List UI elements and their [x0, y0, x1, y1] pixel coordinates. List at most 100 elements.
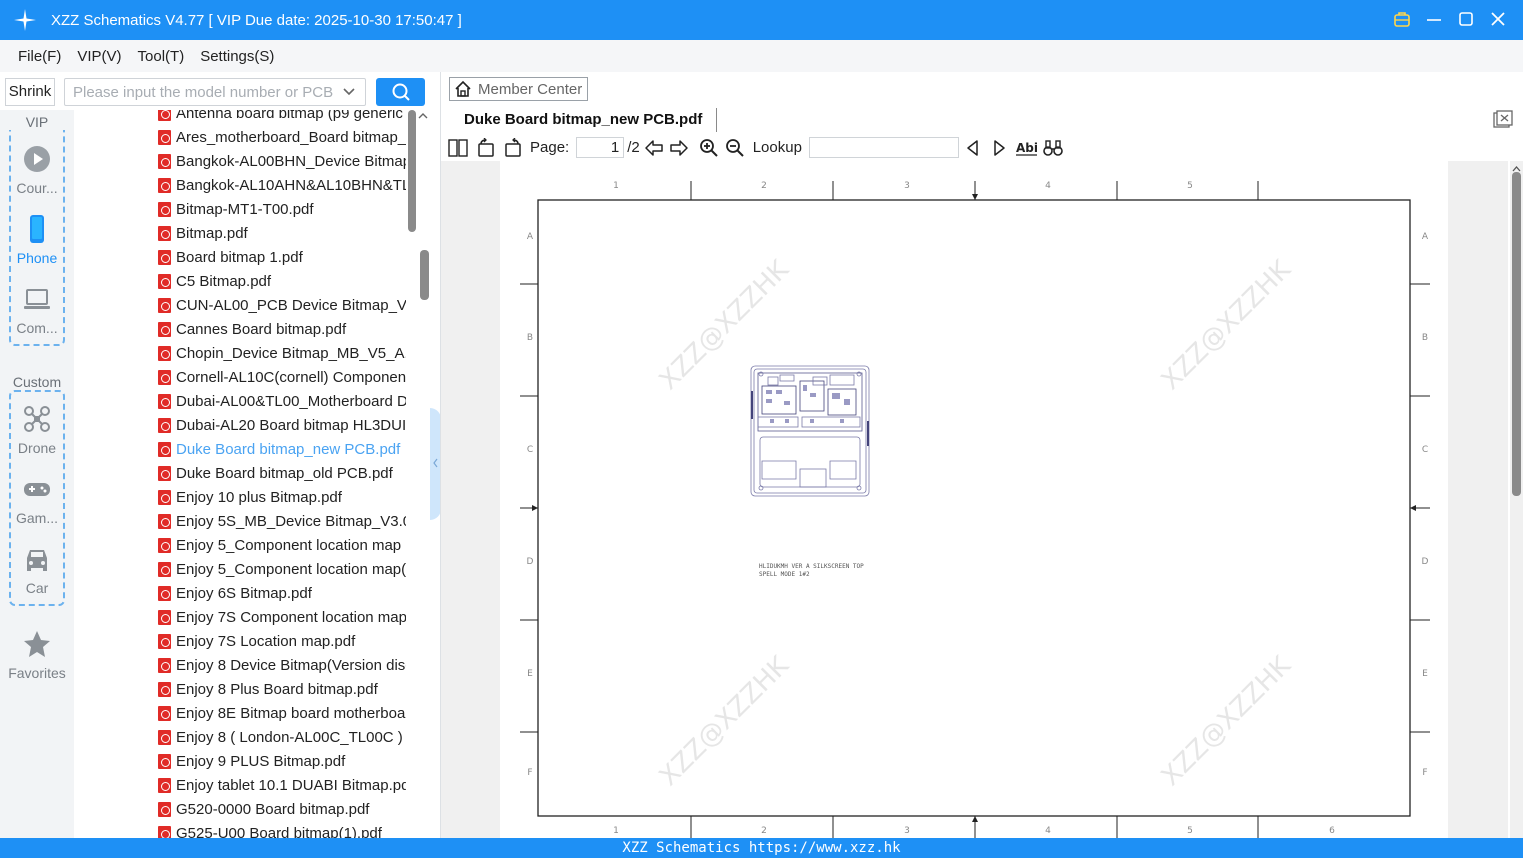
file-list-item[interactable]: Duke Board bitmap_new PCB.pdf [158, 437, 406, 461]
file-list-item[interactable]: Enjoy 8E Bitmap board motherboa [158, 701, 406, 725]
search-input[interactable] [65, 79, 333, 105]
file-list-item[interactable]: Enjoy 7S Location map.pdf [158, 629, 406, 653]
category-favorites[interactable]: Favorites [0, 629, 74, 681]
close-icon[interactable] [1487, 8, 1509, 30]
file-list-item[interactable]: Chopin_Device Bitmap_MB_V5_A.p [158, 341, 406, 365]
row-label: E [527, 669, 533, 679]
file-list-item[interactable]: Enjoy 5_Component location map [158, 533, 406, 557]
file-list-item[interactable]: Ares_motherboard_Board bitmap_I [158, 125, 406, 149]
next-page-icon[interactable] [669, 138, 689, 158]
file-list-item[interactable]: Cornell-AL10C(cornell) Componen [158, 365, 406, 389]
close-document-icon[interactable] [1493, 110, 1513, 128]
prev-page-icon[interactable] [644, 138, 664, 158]
file-name: Bitmap-MT1-T00.pdf [176, 200, 314, 218]
panel-scrollbar[interactable] [420, 250, 429, 300]
whole-word-icon[interactable] [1043, 138, 1063, 158]
pdf-file-icon [158, 369, 171, 385]
scroll-up-icon[interactable] [417, 110, 429, 122]
zoom-in-icon[interactable] [699, 138, 719, 158]
file-name: Enjoy tablet 10.1 DUABI Bitmap.pd [176, 776, 406, 794]
file-list-item[interactable]: Enjoy 10 plus Bitmap.pdf [158, 485, 406, 509]
document-viewer[interactable]: 1 2 3 4 5 1 2 3 4 5 6 A B C D E F A B C … [441, 161, 1508, 838]
file-name: Duke Board bitmap_old PCB.pdf [176, 464, 393, 482]
file-list-item[interactable]: Bitmap.pdf [158, 221, 406, 245]
file-list-item[interactable]: Antenna board bitmap (p9 generic [158, 110, 406, 125]
file-list-item[interactable]: C5 Bitmap.pdf [158, 269, 406, 293]
category-car[interactable]: Car [0, 544, 74, 596]
file-list-item[interactable]: Enjoy tablet 10.1 DUABI Bitmap.pd [158, 773, 406, 797]
search-button[interactable] [376, 78, 425, 106]
file-list-item[interactable]: Enjoy 6S Bitmap.pdf [158, 581, 406, 605]
file-list-item[interactable]: Enjoy 5_Component location map( [158, 557, 406, 581]
rotate-left-icon[interactable] [476, 137, 496, 158]
row-label: F [527, 768, 532, 778]
zoom-out-icon[interactable] [725, 138, 745, 158]
file-list-item[interactable]: Cannes Board bitmap.pdf [158, 317, 406, 341]
find-prev-icon[interactable] [963, 138, 983, 158]
rotate-right-icon[interactable] [503, 137, 523, 158]
search-icon [392, 83, 410, 101]
category-computer[interactable]: Com... [0, 284, 74, 336]
page-number-input[interactable]: 1 [576, 137, 625, 158]
file-list-item[interactable]: Dubai-AL20 Board bitmap HL3DUI [158, 413, 406, 437]
row-label: D [1422, 557, 1429, 567]
vip-bag-icon[interactable] [1391, 8, 1413, 30]
file-name: Dubai-AL00&TL00_Motherboard D [176, 392, 406, 410]
file-name: C5 Bitmap.pdf [176, 272, 272, 290]
pdf-file-icon [158, 657, 171, 673]
menu-settings[interactable]: Settings(S) [200, 48, 274, 65]
two-page-icon[interactable] [448, 138, 468, 158]
chevron-down-icon[interactable] [341, 84, 357, 100]
file-list-item[interactable]: Enjoy 5S_MB_Device Bitmap_V3.01 [158, 509, 406, 533]
file-name: Enjoy 7S Location map.pdf [176, 632, 356, 650]
row-label: B [1422, 333, 1428, 343]
file-list-item[interactable]: Board bitmap 1.pdf [158, 245, 406, 269]
category-sidebar: VIP Cour... Phone Com... Custom Drone Ga… [0, 110, 74, 840]
page-total: /2 [627, 139, 640, 156]
car-icon [27, 550, 47, 571]
file-list-item[interactable]: Dubai-AL00&TL00_Motherboard D [158, 389, 406, 413]
file-list-item[interactable]: Bangkok-AL10AHN&AL10BHN&TL [158, 173, 406, 197]
member-center-button[interactable]: Member Center [449, 77, 588, 101]
gamepad-icon [24, 483, 50, 496]
row-label: C [527, 445, 533, 455]
file-list-item[interactable]: Enjoy 7S Component location map [158, 605, 406, 629]
file-list-item[interactable]: Enjoy 9 PLUS Bitmap.pdf [158, 749, 406, 773]
col-label: 4 [1045, 181, 1051, 191]
menu-tool[interactable]: Tool(T) [138, 48, 185, 65]
file-name: Enjoy 10 plus Bitmap.pdf [176, 488, 342, 506]
search-box [64, 78, 366, 106]
file-name: Dubai-AL20 Board bitmap HL3DUI [176, 416, 406, 434]
file-list-item[interactable]: CUN-AL00_PCB Device Bitmap_V1.0 [158, 293, 406, 317]
category-drone[interactable]: Drone [0, 404, 74, 456]
lookup-input[interactable] [808, 137, 959, 158]
custom-group-label: Custom [0, 374, 74, 390]
shrink-button[interactable]: Shrink [5, 78, 55, 106]
minimize-icon[interactable] [1423, 8, 1445, 30]
category-game[interactable]: Gam... [0, 474, 74, 526]
lookup-label: Lookup [752, 139, 802, 156]
file-list-item[interactable]: Bangkok-AL00BHN_Device Bitmap [158, 149, 406, 173]
menu-vip[interactable]: VIP(V) [77, 48, 121, 65]
menu-file[interactable]: File(F) [18, 48, 61, 65]
file-list-item[interactable]: Duke Board bitmap_old PCB.pdf [158, 461, 406, 485]
laptop-icon [24, 289, 50, 309]
file-list-item[interactable]: Bitmap-MT1-T00.pdf [158, 197, 406, 221]
tab-document[interactable]: Duke Board bitmap_new PCB.pdf [449, 108, 718, 132]
category-phone[interactable]: Phone [0, 214, 74, 266]
file-list-scrollbar[interactable] [408, 110, 416, 232]
file-name: Duke Board bitmap_new PCB.pdf [176, 440, 401, 458]
file-list-item[interactable]: Enjoy 8 ( London-AL00C_TL00C ) ( [158, 725, 406, 749]
find-next-icon[interactable] [989, 138, 1009, 158]
pdf-file-icon [158, 345, 171, 361]
file-list-item[interactable]: G520-0000 Board bitmap.pdf [158, 797, 406, 821]
file-list-item[interactable]: Enjoy 8 Plus Board bitmap.pdf [158, 677, 406, 701]
row-label: A [527, 232, 534, 242]
match-case-icon[interactable]: Abi [1015, 138, 1038, 158]
file-list-item[interactable]: Enjoy 8 Device Bitmap(Version disc [158, 653, 406, 677]
maximize-icon[interactable] [1455, 8, 1477, 30]
category-courses[interactable]: Cour... [0, 144, 74, 196]
viewer-scrollbar-thumb[interactable] [1512, 172, 1521, 496]
pdf-file-icon [158, 249, 171, 265]
row-label: C [1422, 445, 1428, 455]
